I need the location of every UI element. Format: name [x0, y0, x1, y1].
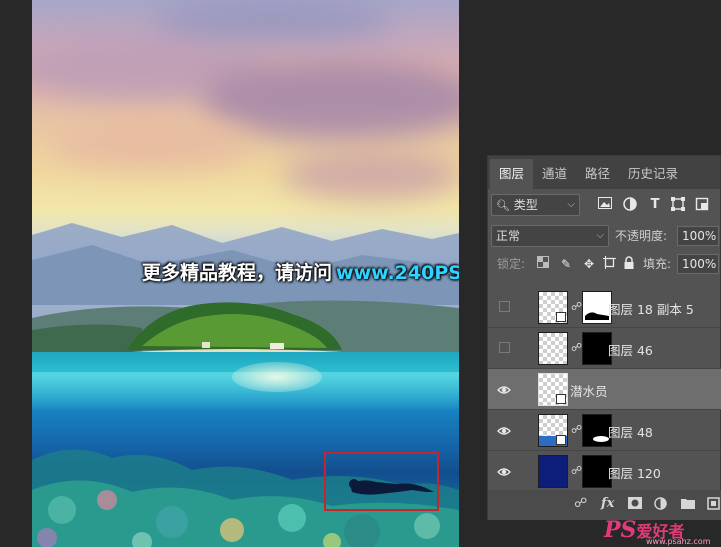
lock-row: 锁定: ✎ ✥ 填充: 100% [488, 253, 721, 275]
site-watermark: 更多精品教程，请访问www.240PS.com [142, 258, 459, 285]
watermark-text: 更多精品教程，请访问 [142, 262, 333, 284]
visibility-toggle-off[interactable] [499, 342, 510, 353]
eye-icon[interactable] [497, 464, 511, 478]
tab-history[interactable]: 历史记录 [619, 159, 687, 189]
tab-layers[interactable]: 图层 [490, 159, 534, 189]
filter-kind-label: 类型 [513, 198, 538, 212]
sky-cloud [52, 120, 252, 170]
sky-cloud [282, 150, 459, 200]
layer-filter-row: 🔍︎ 类型 ⌵ T [488, 192, 721, 218]
tropical-island [32, 300, 459, 360]
layer-row[interactable]: ☍ 图层 18 副本 5 [488, 287, 721, 328]
mask-link-icon[interactable]: ☍ [571, 423, 582, 436]
image-filter-icon[interactable] [597, 197, 613, 213]
mask-link-icon[interactable]: ☍ [571, 300, 582, 313]
adjustment-filter-icon[interactable] [622, 197, 638, 213]
layer-thumbnail[interactable] [538, 373, 568, 406]
chevron-down-icon: ⌵ [596, 230, 604, 241]
chevron-down-icon: ⌵ [567, 199, 575, 210]
new-layer-icon[interactable] [707, 497, 720, 514]
eye-icon[interactable] [497, 382, 511, 396]
layer-row[interactable]: ☍ 图层 46 [488, 328, 721, 369]
eye-icon[interactable] [497, 423, 511, 437]
fill-label: 填充: [643, 257, 672, 271]
fill-input[interactable]: 100% [677, 254, 719, 274]
tab-channels[interactable]: 通道 [533, 159, 576, 189]
shape-filter-icon[interactable] [670, 197, 686, 213]
lock-transparent-icon[interactable] [535, 256, 551, 272]
lock-paint-icon[interactable]: ✎ [558, 256, 574, 272]
blend-mode-value: 正常 [496, 229, 521, 243]
filter-kind-dropdown[interactable]: 🔍︎ 类型 ⌵ [491, 194, 580, 216]
sky-cloud [202, 60, 459, 140]
opacity-input[interactable]: 100% [677, 226, 719, 246]
smart-object-badge [556, 394, 566, 404]
layer-name[interactable]: 图层 18 副本 5 [608, 299, 694, 318]
lock-all-icon[interactable] [621, 256, 637, 272]
lock-label: 锁定: [497, 257, 526, 271]
link-icon[interactable]: ☍ [574, 497, 587, 511]
mask-link-icon[interactable]: ☍ [571, 464, 582, 477]
layer-name[interactable]: 图层 48 [608, 422, 653, 441]
sun-reflection [232, 362, 322, 392]
lock-artboard-icon[interactable] [601, 256, 617, 272]
fx-icon[interactable]: fx [601, 497, 614, 511]
adjustment-layer-icon[interactable] [654, 497, 667, 514]
layer-row[interactable]: ☍ 图层 120 [488, 451, 721, 492]
blend-mode-dropdown[interactable]: 正常 ⌵ [491, 225, 609, 247]
smart-object-badge [556, 435, 566, 445]
layer-thumbnail[interactable] [538, 332, 568, 365]
panel-tab-bar: 图层 通道 路径 历史记录 [488, 156, 720, 189]
search-icon: 🔍︎ [496, 199, 510, 212]
layer-name[interactable]: 图层 120 [608, 463, 661, 482]
visibility-toggle-off[interactable] [499, 301, 510, 312]
sky-cloud [152, 0, 392, 40]
smart-object-badge [556, 312, 566, 322]
opacity-label: 不透明度: [615, 229, 668, 243]
site-url: www.psahz.com [646, 537, 711, 546]
layer-thumbnail[interactable] [538, 455, 568, 488]
layers-panel: 图层 通道 路径 历史记录 🔍︎ 类型 ⌵ T 正常 ⌵ 不透明度: 100% … [487, 155, 721, 520]
smart-object-filter-icon[interactable] [694, 197, 710, 213]
layer-name[interactable]: 潜水员 [570, 381, 608, 400]
watermark-url: www.240PS.com [336, 262, 459, 284]
document-canvas[interactable]: 更多精品教程，请访问www.240PS.com [32, 0, 459, 547]
new-group-icon[interactable] [681, 497, 695, 513]
tab-paths[interactable]: 路径 [576, 159, 619, 189]
text-filter-icon[interactable]: T [647, 197, 663, 213]
add-mask-icon[interactable] [628, 497, 642, 513]
scuba-diver [349, 479, 434, 495]
layer-thumbnail[interactable] [538, 291, 568, 324]
layer-thumbnail[interactable] [538, 414, 568, 447]
layers-panel-footer: ☍ fx [488, 490, 721, 520]
layer-row[interactable]: ☍ 图层 48 [488, 410, 721, 451]
blend-mode-row: 正常 ⌵ 不透明度: 100% [488, 223, 721, 249]
layer-row-selected[interactable]: 潜水员 [488, 369, 721, 410]
mask-link-icon[interactable]: ☍ [571, 341, 582, 354]
lock-position-icon[interactable]: ✥ [581, 256, 597, 272]
layer-name[interactable]: 图层 46 [608, 340, 653, 359]
site-logo-ps: PS [604, 517, 637, 543]
